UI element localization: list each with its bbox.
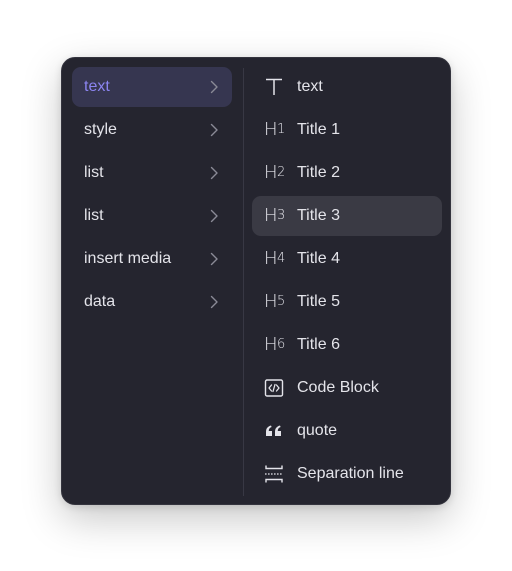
heading-2-icon: H2 (264, 162, 285, 183)
block-item-text[interactable]: text (252, 67, 442, 107)
chevron-right-icon (210, 166, 218, 180)
text-icon (264, 77, 286, 97)
category-label: style (84, 121, 117, 138)
block-item-label: text (297, 78, 323, 95)
chevron-right-icon (210, 209, 218, 223)
chevron-right-icon (210, 252, 218, 266)
block-item-label: quote (297, 422, 338, 439)
chevron-right-icon (210, 80, 218, 94)
block-item-label: Title 2 (297, 164, 340, 181)
block-item-title-5[interactable]: H5 Title 5 (252, 282, 442, 322)
quote-icon (264, 421, 286, 441)
heading-5-icon: H5 (264, 291, 285, 312)
block-item-title-6[interactable]: H6 Title 6 (252, 325, 442, 365)
category-item-insert-media[interactable]: insert media (72, 239, 232, 279)
heading-3-icon: H3 (264, 205, 285, 226)
code-block-icon (264, 378, 286, 398)
category-label: list (84, 164, 104, 181)
category-item-list[interactable]: list (72, 153, 232, 193)
heading-1-icon: H1 (264, 119, 285, 140)
block-item-label: Title 1 (297, 121, 340, 138)
block-item-list: text H1 Title 1 H2 Title 2 H3 Title 3 H4… (244, 58, 450, 504)
block-item-label: Title 6 (297, 336, 340, 353)
chevron-right-icon (210, 295, 218, 309)
block-item-title-2[interactable]: H2 Title 2 (252, 153, 442, 193)
category-list: text style list list insert media data (62, 58, 243, 504)
block-item-quote[interactable]: quote (252, 411, 442, 451)
category-item-list-2[interactable]: list (72, 196, 232, 236)
category-label: insert media (84, 250, 172, 267)
separation-line-icon (264, 464, 286, 484)
category-item-text[interactable]: text (72, 67, 232, 107)
block-item-label: Title 3 (297, 207, 340, 224)
category-label: text (84, 78, 110, 95)
insert-block-menu: text style list list insert media data t… (61, 57, 451, 505)
block-item-label: Title 5 (297, 293, 340, 310)
block-item-label: Code Block (297, 379, 379, 396)
heading-6-icon: H6 (264, 334, 285, 355)
block-item-title-3[interactable]: H3 Title 3 (252, 196, 442, 236)
category-label: data (84, 293, 116, 310)
block-item-separation-line[interactable]: Separation line (252, 454, 442, 494)
block-item-title-1[interactable]: H1 Title 1 (252, 110, 442, 150)
category-item-data[interactable]: data (72, 282, 232, 322)
heading-4-icon: H4 (264, 248, 285, 269)
category-item-style[interactable]: style (72, 110, 232, 150)
category-label: list (84, 207, 104, 224)
block-item-title-4[interactable]: H4 Title 4 (252, 239, 442, 279)
block-item-code-block[interactable]: Code Block (252, 368, 442, 408)
block-item-label: Separation line (297, 465, 404, 482)
chevron-right-icon (210, 123, 218, 137)
block-item-label: Title 4 (297, 250, 340, 267)
